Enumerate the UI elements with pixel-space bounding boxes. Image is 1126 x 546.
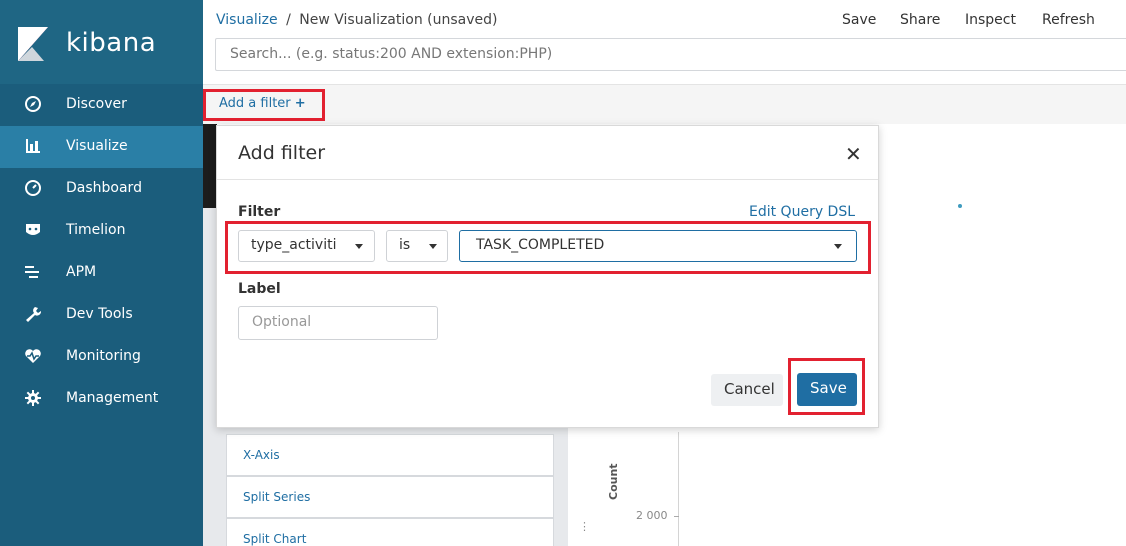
- sidebar-item-label: Visualize: [66, 138, 128, 154]
- sidebar: kibana Discover Visualize Dashboard Time…: [0, 0, 203, 546]
- kibana-logo[interactable]: kibana: [0, 0, 203, 84]
- highlight-filter-row: [225, 221, 871, 274]
- inspect-link[interactable]: Inspect: [965, 12, 1016, 28]
- breadcrumb-current: New Visualization (unsaved): [299, 12, 498, 28]
- breadcrumb-visualize-link[interactable]: Visualize: [216, 12, 278, 28]
- y-axis-tick-label: 2 000: [636, 509, 668, 522]
- sidebar-item-label: Monitoring: [66, 348, 141, 364]
- sidebar-item-monitoring[interactable]: Monitoring: [0, 336, 203, 378]
- bar-chart-icon: [24, 137, 42, 155]
- chart-area: [590, 430, 1126, 546]
- filter-bar: Add a filter +: [203, 84, 1126, 124]
- y-axis-tick: [674, 516, 679, 517]
- modal-header: Add filter ✕: [217, 126, 878, 180]
- chart-point: [958, 204, 962, 208]
- sidebar-item-label: APM: [66, 264, 97, 280]
- add-filter-modal: Add filter ✕ Filter Edit Query DSL type_…: [216, 125, 879, 428]
- heartbeat-icon: [24, 347, 42, 365]
- sidebar-item-timelion[interactable]: Timelion: [0, 210, 203, 252]
- sidebar-item-label: Dashboard: [66, 180, 142, 196]
- bucket-split-chart[interactable]: Split Chart: [226, 518, 554, 546]
- sidebar-item-dev-tools[interactable]: Dev Tools: [0, 294, 203, 336]
- wrench-icon: [24, 305, 42, 323]
- sidebar-item-dashboard[interactable]: Dashboard: [0, 168, 203, 210]
- bucket-x-axis[interactable]: X-Axis: [226, 434, 554, 476]
- gear-icon: [24, 389, 42, 407]
- sidebar-item-discover[interactable]: Discover: [0, 84, 203, 126]
- label-field-label: Label: [238, 281, 281, 297]
- sidebar-item-visualize[interactable]: Visualize: [0, 126, 203, 168]
- highlight-save-button: [788, 358, 865, 415]
- bucket-split-series[interactable]: Split Series: [226, 476, 554, 518]
- save-link[interactable]: Save: [842, 12, 876, 28]
- refresh-link[interactable]: Refresh: [1042, 12, 1095, 28]
- y-axis-line: [678, 432, 679, 546]
- breadcrumb: Visualize / New Visualization (unsaved): [216, 12, 497, 28]
- sidebar-item-label: Dev Tools: [66, 306, 133, 322]
- dashboard-icon: [24, 179, 42, 197]
- sidebar-item-label: Discover: [66, 96, 127, 112]
- cancel-button[interactable]: Cancel: [711, 374, 783, 406]
- timelion-icon: [24, 221, 42, 239]
- highlight-add-filter: [203, 89, 325, 121]
- search-input[interactable]: Search... (e.g. status:200 AND extension…: [215, 38, 1126, 71]
- edit-query-dsl-link[interactable]: Edit Query DSL: [749, 204, 855, 220]
- apm-icon: [24, 263, 42, 281]
- y-axis-title: Count: [607, 463, 620, 500]
- editor-sidebar-tab: [203, 124, 217, 208]
- sidebar-item-apm[interactable]: APM: [0, 252, 203, 294]
- sidebar-item-label: Timelion: [66, 222, 126, 238]
- modal-title: Add filter: [238, 142, 326, 164]
- compass-icon: [24, 95, 42, 113]
- kibana-app: kibana Discover Visualize Dashboard Time…: [0, 0, 1126, 546]
- breadcrumb-separator: /: [286, 12, 291, 28]
- label-input[interactable]: Optional: [238, 306, 438, 340]
- top-header: Visualize / New Visualization (unsaved) …: [203, 0, 1126, 84]
- share-link[interactable]: Share: [900, 12, 940, 28]
- resize-dots-icon: ⋮: [579, 520, 590, 533]
- kibana-logo-icon: [18, 27, 48, 61]
- sidebar-item-management[interactable]: Management: [0, 378, 203, 420]
- close-icon[interactable]: ✕: [845, 142, 862, 166]
- logo-text: kibana: [66, 28, 157, 58]
- filter-label: Filter: [238, 204, 281, 220]
- sidebar-item-label: Management: [66, 390, 159, 406]
